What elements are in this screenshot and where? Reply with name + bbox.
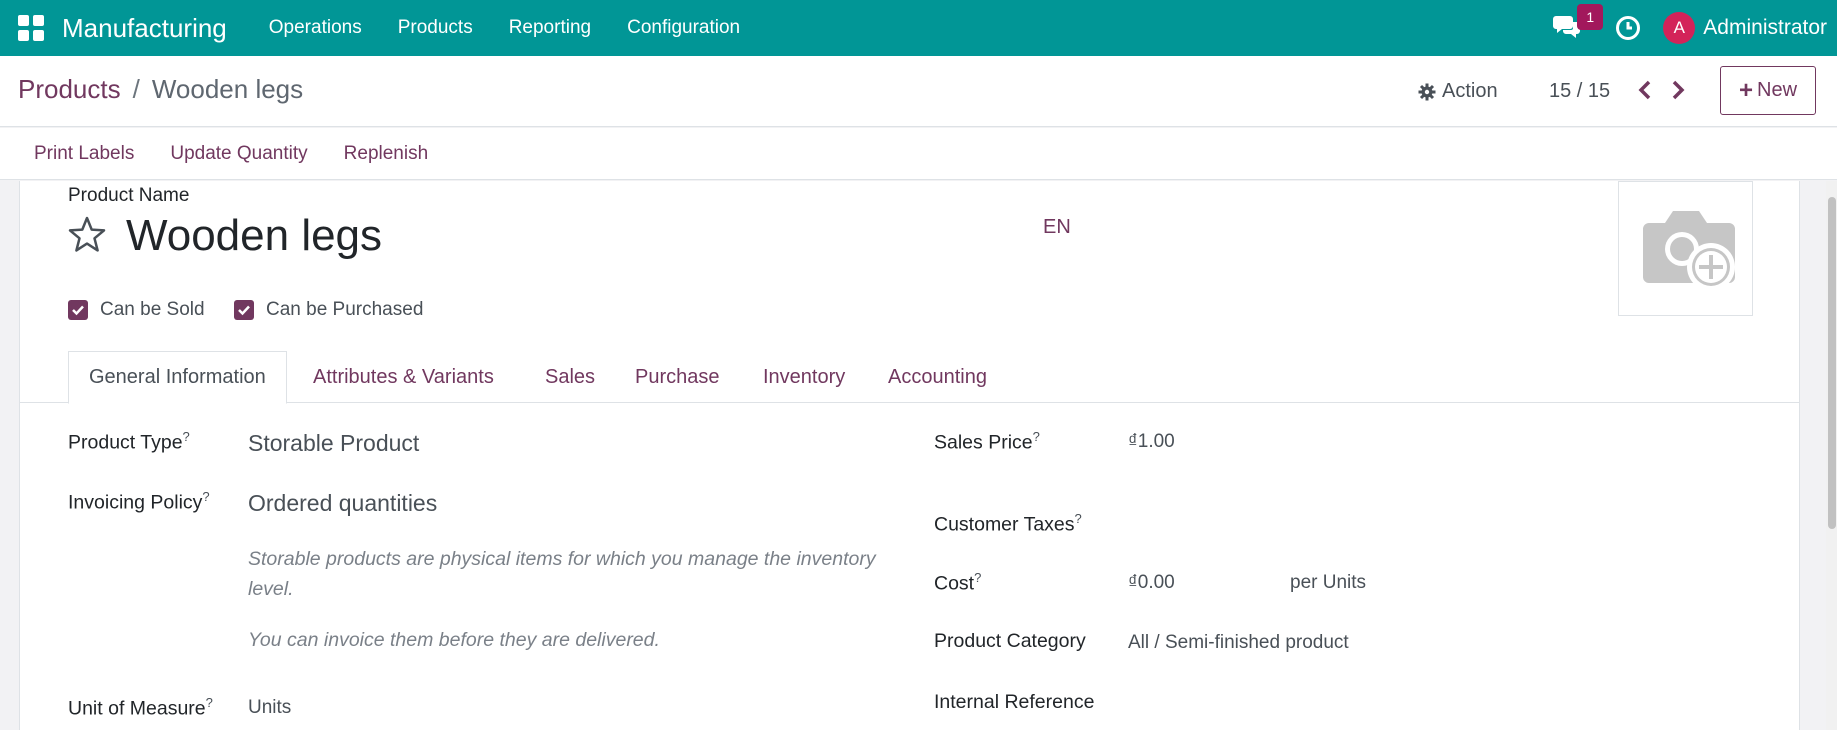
- tab-inventory[interactable]: Inventory: [763, 351, 845, 403]
- can-be-purchased-checkbox[interactable]: Can be Purchased: [234, 299, 423, 321]
- product-type-help-text: Storable products are physical items for…: [248, 548, 876, 600]
- form-statusbar: Print Labels Update Quantity Replenish: [0, 128, 1837, 180]
- notebook-tabs: General Information Attributes & Variant…: [20, 351, 1799, 404]
- invoice-help-text: You can invoice them before they are del…: [248, 629, 660, 651]
- cost-field[interactable]: ₫0.00: [1128, 572, 1175, 594]
- scrollbar-thumb[interactable]: [1828, 197, 1836, 529]
- invoicing-policy-select[interactable]: Ordered quantities: [248, 490, 437, 517]
- translate-button[interactable]: EN: [1043, 216, 1071, 239]
- cost-unit-text: per Units: [1290, 572, 1367, 593]
- invoicing-policy-label: Invoicing Policy?: [68, 489, 210, 514]
- breadcrumb-separator: /: [132, 74, 140, 104]
- checkmark-icon: [68, 300, 88, 320]
- activity-clock-icon[interactable]: [1615, 15, 1641, 41]
- help-tooltip-icon[interactable]: ?: [183, 429, 190, 444]
- help-tooltip-icon[interactable]: ?: [206, 695, 213, 710]
- help-tooltip-icon[interactable]: ?: [202, 489, 209, 504]
- action-label: Action: [1442, 80, 1498, 102]
- product-type-label: Product Type?: [68, 429, 190, 454]
- help-tooltip-icon[interactable]: ?: [974, 570, 981, 585]
- app-name[interactable]: Manufacturing: [62, 13, 227, 44]
- action-menu-button[interactable]: Action: [1418, 80, 1498, 103]
- tab-general-information[interactable]: General Information: [68, 351, 287, 404]
- tab-sales[interactable]: Sales: [545, 351, 595, 403]
- plus-icon: +: [1738, 76, 1753, 104]
- new-label: New: [1757, 79, 1798, 101]
- replenish-button[interactable]: Replenish: [344, 143, 429, 165]
- breadcrumb-products-link[interactable]: Products: [18, 74, 121, 105]
- top-navbar: Manufacturing Operations Products Report…: [0, 0, 1837, 56]
- user-avatar[interactable]: A: [1663, 12, 1696, 44]
- control-panel: Products / Wooden legs Action 15 / 15 + …: [0, 56, 1837, 127]
- new-record-button[interactable]: + New: [1720, 66, 1816, 115]
- product-name-label: Product Name: [68, 185, 190, 206]
- breadcrumb-current: Wooden legs: [151, 74, 304, 104]
- gear-icon: [1418, 83, 1436, 100]
- sales-price-label: Sales Price?: [934, 429, 1040, 454]
- tab-purchase[interactable]: Purchase: [635, 351, 720, 403]
- can-be-purchased-label: Can be Purchased: [266, 299, 424, 320]
- unit-of-measure-label: Unit of Measure?: [68, 695, 213, 720]
- product-name-input[interactable]: Wooden legs: [126, 211, 382, 261]
- product-category-label: Product Category: [934, 630, 1086, 652]
- internal-reference-label: Internal Reference: [934, 691, 1095, 713]
- customer-taxes-label: Customer Taxes?: [934, 511, 1082, 536]
- help-tooltip-icon[interactable]: ?: [1075, 511, 1082, 526]
- menu-configuration[interactable]: Configuration: [627, 17, 740, 39]
- form-sheet: Product Name Wooden legs EN Can be Sold …: [19, 181, 1800, 730]
- user-menu[interactable]: Administrator: [1703, 16, 1827, 40]
- sales-price-field[interactable]: ₫1.00: [1128, 431, 1175, 453]
- tab-accounting[interactable]: Accounting: [888, 351, 987, 403]
- checkmark-icon: [234, 300, 254, 320]
- pager-value[interactable]: 15 / 15: [1549, 80, 1610, 103]
- breadcrumb: Products / Wooden legs: [18, 74, 303, 105]
- product-category-field[interactable]: All / Semi-finished product: [1128, 632, 1349, 654]
- menu-reporting[interactable]: Reporting: [509, 17, 591, 39]
- camera-add-icon: [1642, 210, 1735, 291]
- menu-products[interactable]: Products: [398, 17, 473, 39]
- help-tooltip-icon[interactable]: ?: [1033, 429, 1040, 444]
- cost-label: Cost?: [934, 570, 982, 595]
- chevron-right-icon[interactable]: [1670, 80, 1686, 100]
- page-scrollbar[interactable]: [1826, 181, 1837, 730]
- message-count-badge: 1: [1577, 4, 1604, 30]
- unit-of-measure-field[interactable]: Units: [248, 697, 291, 719]
- print-labels-button[interactable]: Print Labels: [34, 143, 134, 165]
- product-type-select[interactable]: Storable Product: [248, 430, 419, 457]
- can-be-sold-checkbox[interactable]: Can be Sold: [68, 299, 205, 321]
- apps-menu-icon[interactable]: [18, 15, 44, 41]
- chevron-left-icon[interactable]: [1637, 80, 1653, 100]
- can-be-sold-label: Can be Sold: [100, 299, 205, 320]
- product-image-upload[interactable]: [1618, 181, 1753, 316]
- tab-attributes-variants[interactable]: Attributes & Variants: [313, 351, 494, 403]
- favorite-star-icon[interactable]: [67, 215, 107, 255]
- menu-operations[interactable]: Operations: [269, 17, 362, 39]
- update-quantity-button[interactable]: Update Quantity: [170, 143, 307, 165]
- messaging-button[interactable]: 1: [1553, 4, 1604, 42]
